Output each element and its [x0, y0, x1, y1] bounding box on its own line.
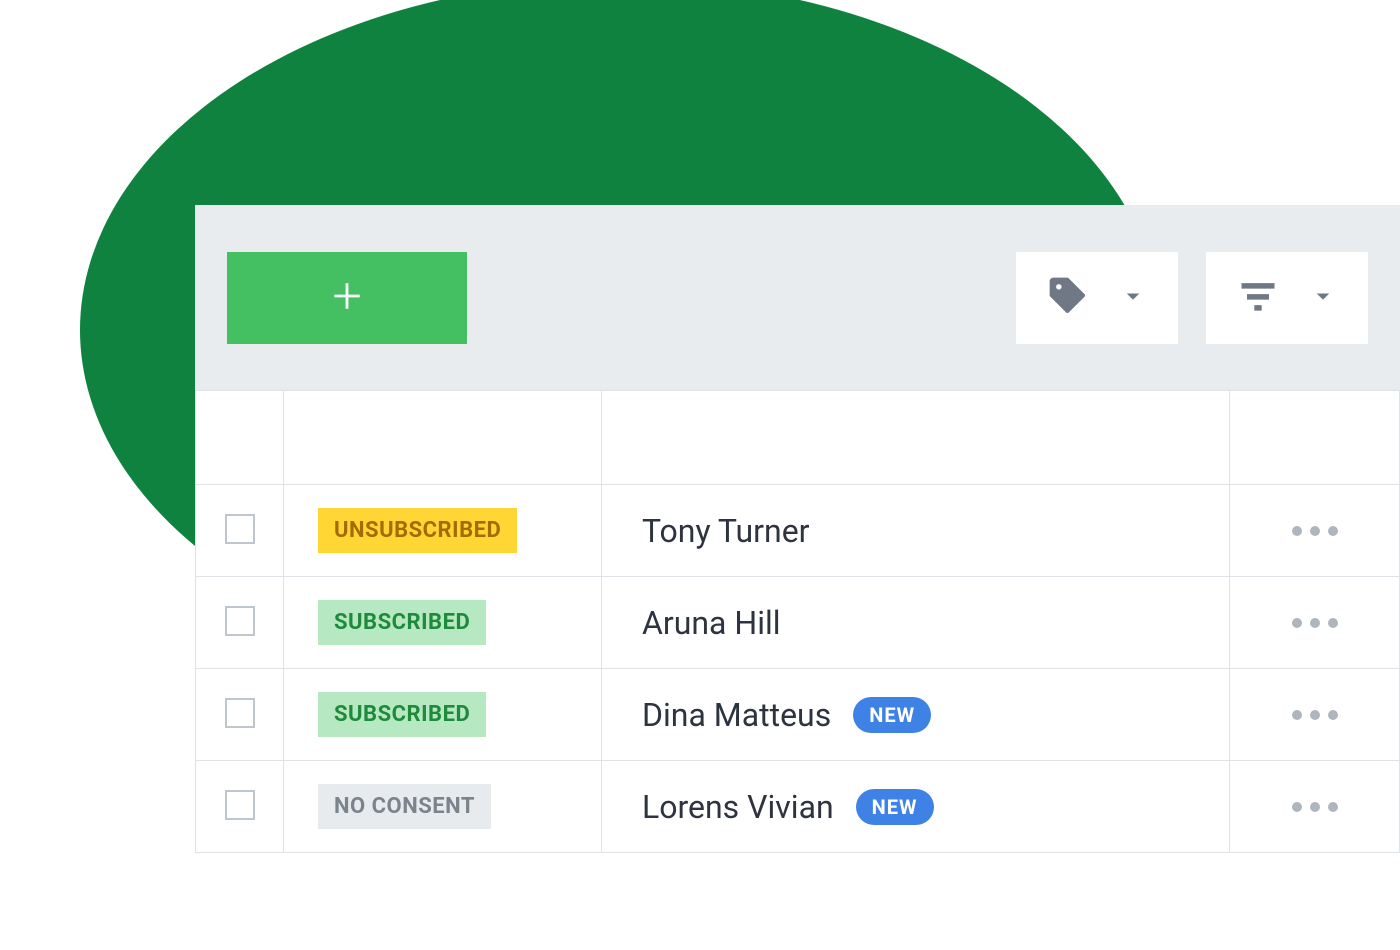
row-checkbox[interactable] [225, 606, 255, 636]
row-more-button[interactable] [1292, 526, 1338, 536]
contact-name: Lorens Vivian [642, 788, 834, 826]
table-row: NO CONSENT Lorens Vivian NEW [196, 761, 1400, 853]
new-badge: NEW [853, 697, 931, 733]
tag-dropdown[interactable] [1016, 252, 1178, 344]
status-badge: NO CONSENT [318, 784, 491, 829]
contact-name: Tony Turner [642, 512, 810, 550]
more-dots-icon [1328, 526, 1338, 536]
add-button[interactable] [227, 252, 467, 344]
more-dots-icon [1310, 710, 1320, 720]
col-header-actions [1230, 391, 1400, 485]
filter-icon [1236, 274, 1280, 322]
chevron-down-icon [1308, 281, 1338, 315]
more-dots-icon [1292, 526, 1302, 536]
col-header-status [284, 391, 602, 485]
row-more-button[interactable] [1292, 618, 1338, 628]
status-badge: SUBSCRIBED [318, 600, 486, 645]
status-badge: SUBSCRIBED [318, 692, 486, 737]
contact-name: Aruna Hill [642, 604, 781, 642]
more-dots-icon [1328, 618, 1338, 628]
more-dots-icon [1310, 526, 1320, 536]
toolbar [195, 205, 1400, 390]
chevron-down-icon [1118, 281, 1148, 315]
row-checkbox[interactable] [225, 790, 255, 820]
table-row: UNSUBSCRIBED Tony Turner [196, 485, 1400, 577]
tag-icon [1046, 274, 1090, 322]
more-dots-icon [1292, 710, 1302, 720]
more-dots-icon [1310, 802, 1320, 812]
row-checkbox[interactable] [225, 698, 255, 728]
row-more-button[interactable] [1292, 710, 1338, 720]
new-badge: NEW [856, 789, 934, 825]
more-dots-icon [1310, 618, 1320, 628]
more-dots-icon [1328, 802, 1338, 812]
row-checkbox[interactable] [225, 514, 255, 544]
status-badge: UNSUBSCRIBED [318, 508, 517, 553]
more-dots-icon [1292, 618, 1302, 628]
table-header-row [196, 391, 1400, 485]
table-row: SUBSCRIBED Dina Matteus NEW [196, 669, 1400, 761]
contact-name: Dina Matteus [642, 696, 831, 734]
col-header-name [602, 391, 1230, 485]
more-dots-icon [1292, 802, 1302, 812]
col-header-checkbox [196, 391, 284, 485]
contacts-panel: UNSUBSCRIBED Tony Turner SUBSCRIBED Arun… [195, 205, 1400, 853]
row-more-button[interactable] [1292, 802, 1338, 812]
filter-dropdown[interactable] [1206, 252, 1368, 344]
plus-icon [330, 279, 364, 317]
table-row: SUBSCRIBED Aruna Hill [196, 577, 1400, 669]
contacts-table: UNSUBSCRIBED Tony Turner SUBSCRIBED Arun… [195, 390, 1400, 853]
more-dots-icon [1328, 710, 1338, 720]
